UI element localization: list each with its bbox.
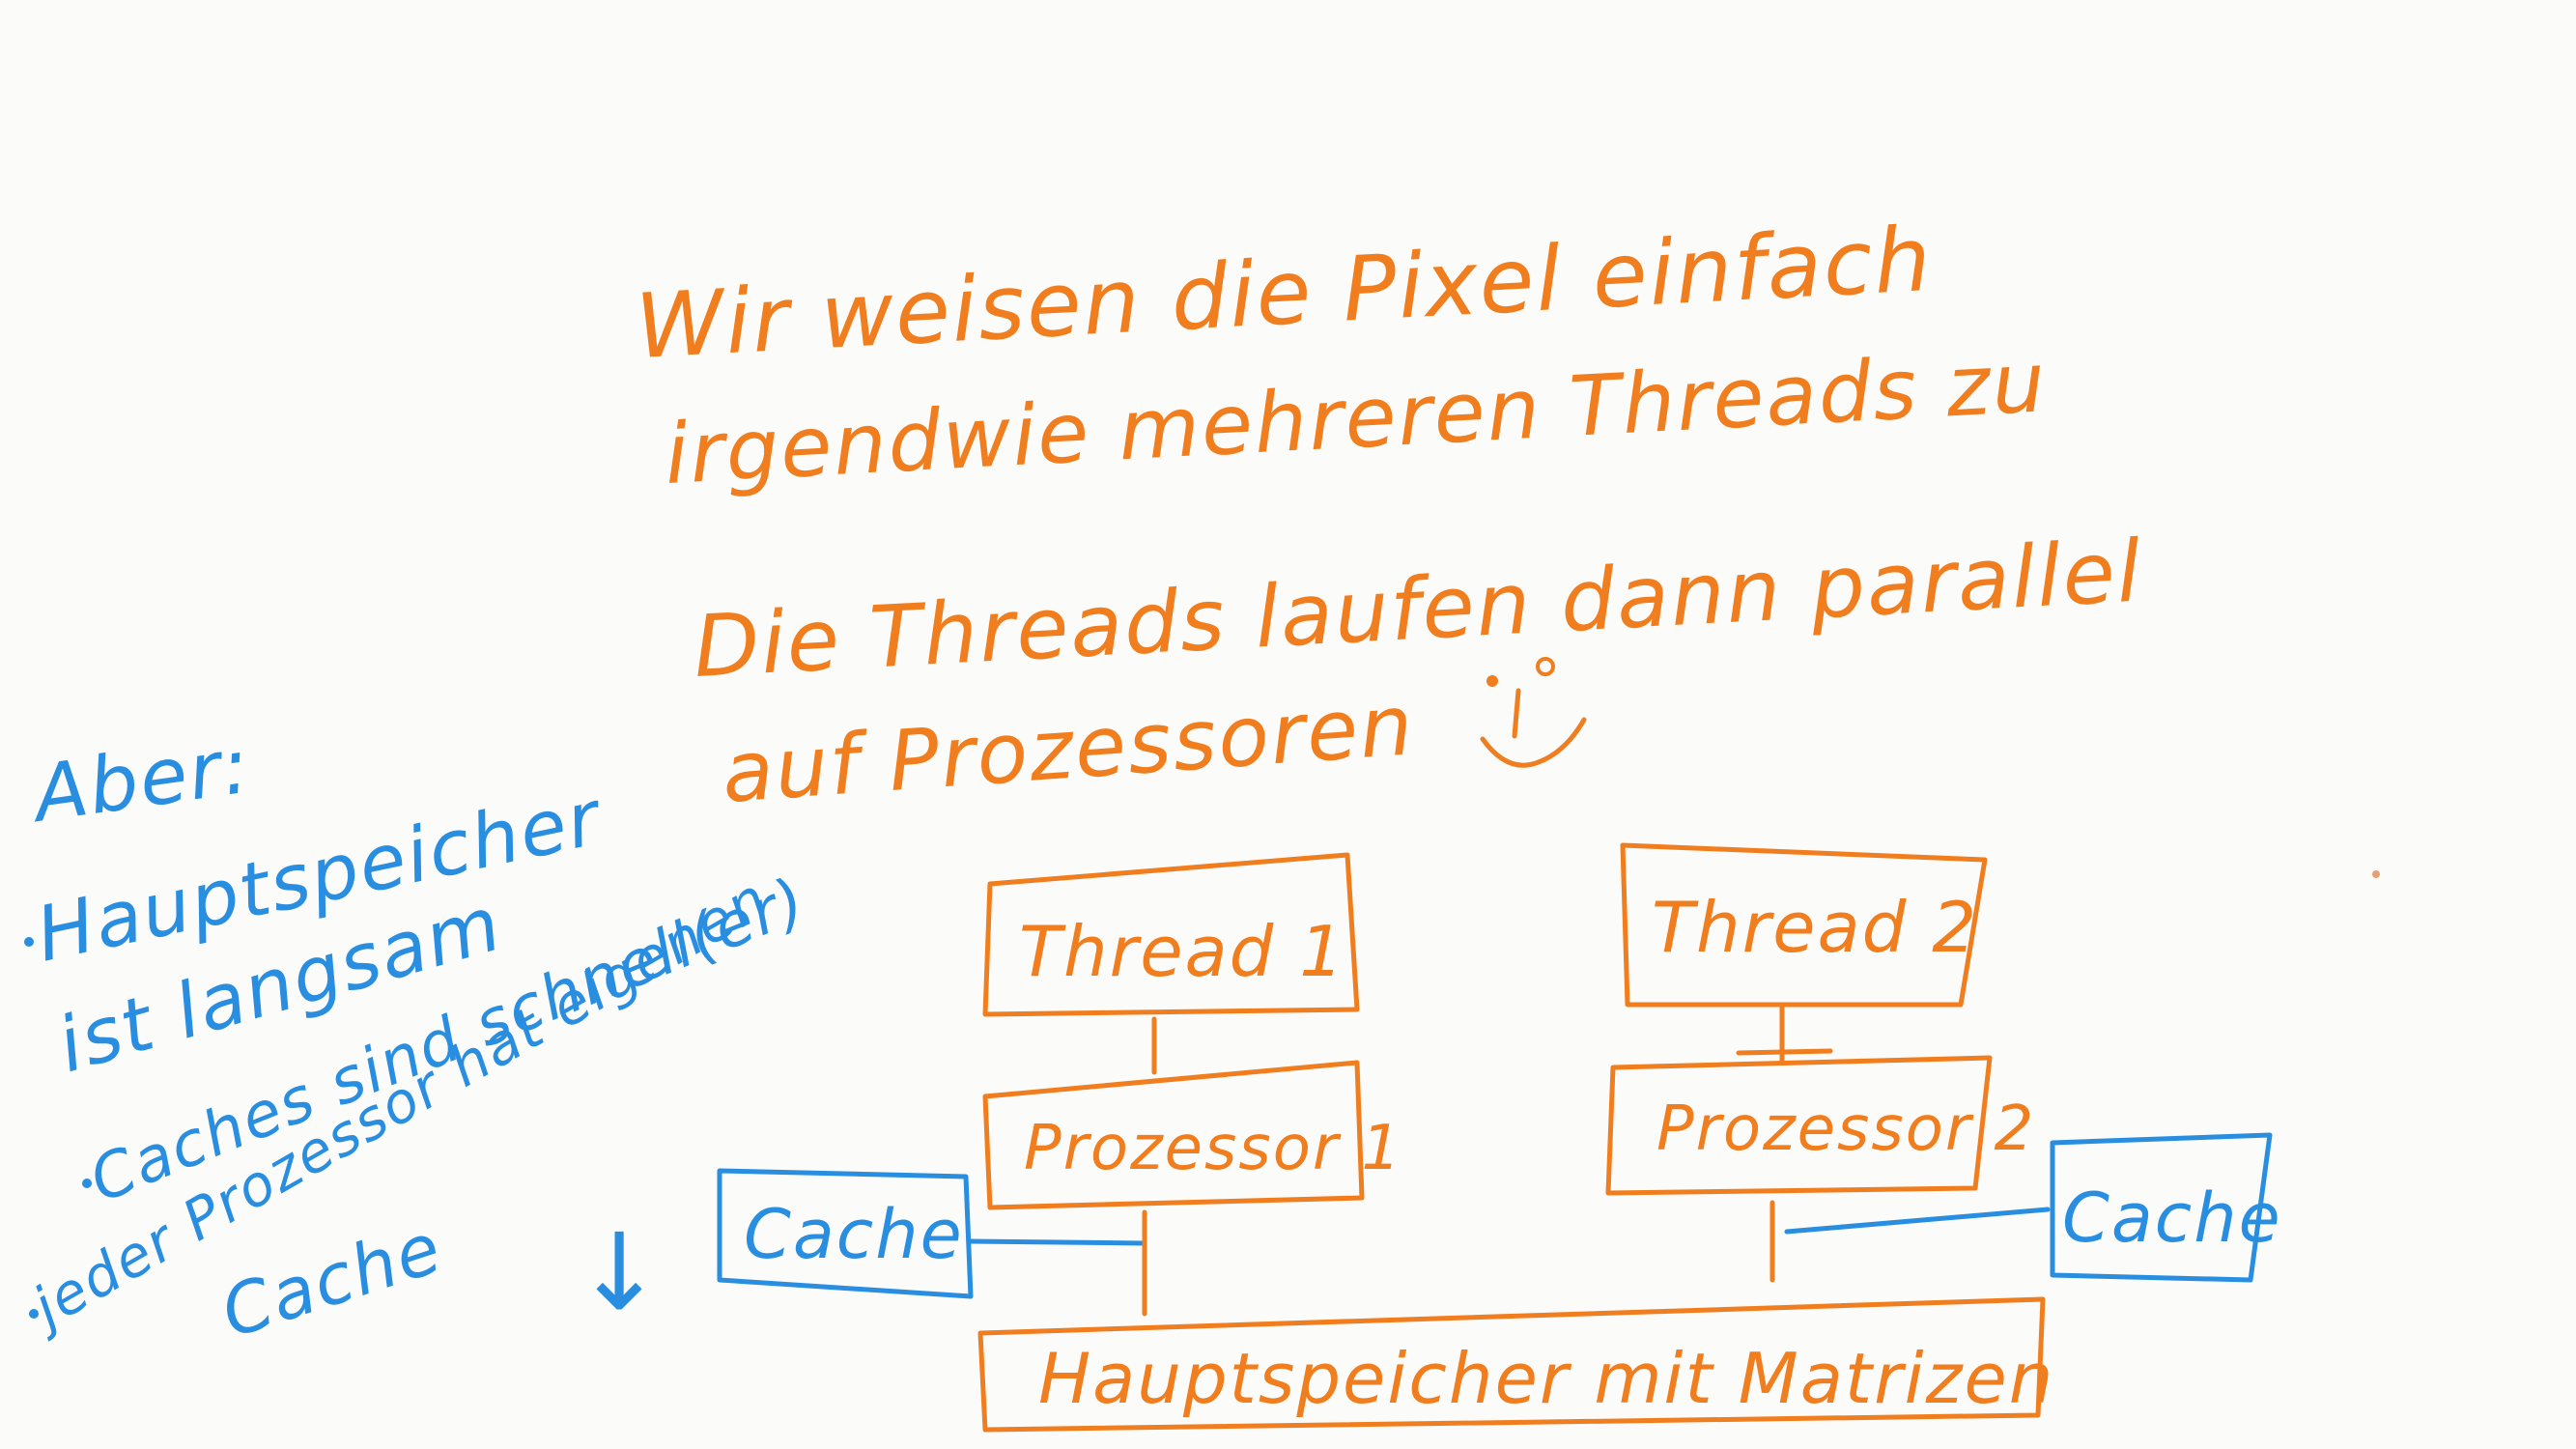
note-line-3: Die Threads laufen dann parallel — [692, 522, 2145, 696]
processor-2-box: Prozessor 2 — [1605, 1055, 2035, 1196]
cache-right-label: Cache — [2062, 1179, 2282, 1258]
down-arrow-icon: ↓ — [575, 1210, 665, 1334]
smiley-icon — [1480, 657, 1587, 768]
main-notes: Wir weisen die Pixel einfach irgendwie m… — [634, 208, 2145, 822]
thread-1-box: Thread 1 — [982, 852, 1360, 1017]
processor-1-label: Prozessor 1 — [1024, 1113, 1402, 1184]
thread-2-box: Thread 2 — [1620, 842, 1988, 1008]
memory-box: Hauptspeicher mit Matrizen — [977, 1296, 2054, 1433]
processor-1-box: Prozessor 1 — [982, 1060, 1402, 1210]
architecture-diagram: Thread 1 Thread 2 Prozessor 1 Prozessor … — [717, 842, 2282, 1433]
memory-label: Hauptspeicher mit Matrizen — [1038, 1338, 2054, 1419]
aside-heading: Aber: — [24, 720, 256, 839]
aside-notes: Aber: Hauptspeicher ist langsam Caches s… — [16, 720, 816, 1353]
processor-2-label: Prozessor 2 — [1656, 1094, 2035, 1165]
cache-left-label: Cache — [744, 1195, 964, 1274]
stray-dot — [2372, 870, 2380, 878]
cache-left-box: Cache — [717, 1168, 974, 1299]
note-line-4: auf Prozessoren — [719, 677, 1417, 822]
thread-1-label: Thread 1 — [1019, 911, 1345, 992]
whiteboard-canvas: Wir weisen die Pixel einfach irgendwie m… — [16, 208, 2380, 1433]
cache-right-box: Cache — [2050, 1132, 2282, 1283]
thread-2-label: Thread 2 — [1652, 887, 1978, 968]
